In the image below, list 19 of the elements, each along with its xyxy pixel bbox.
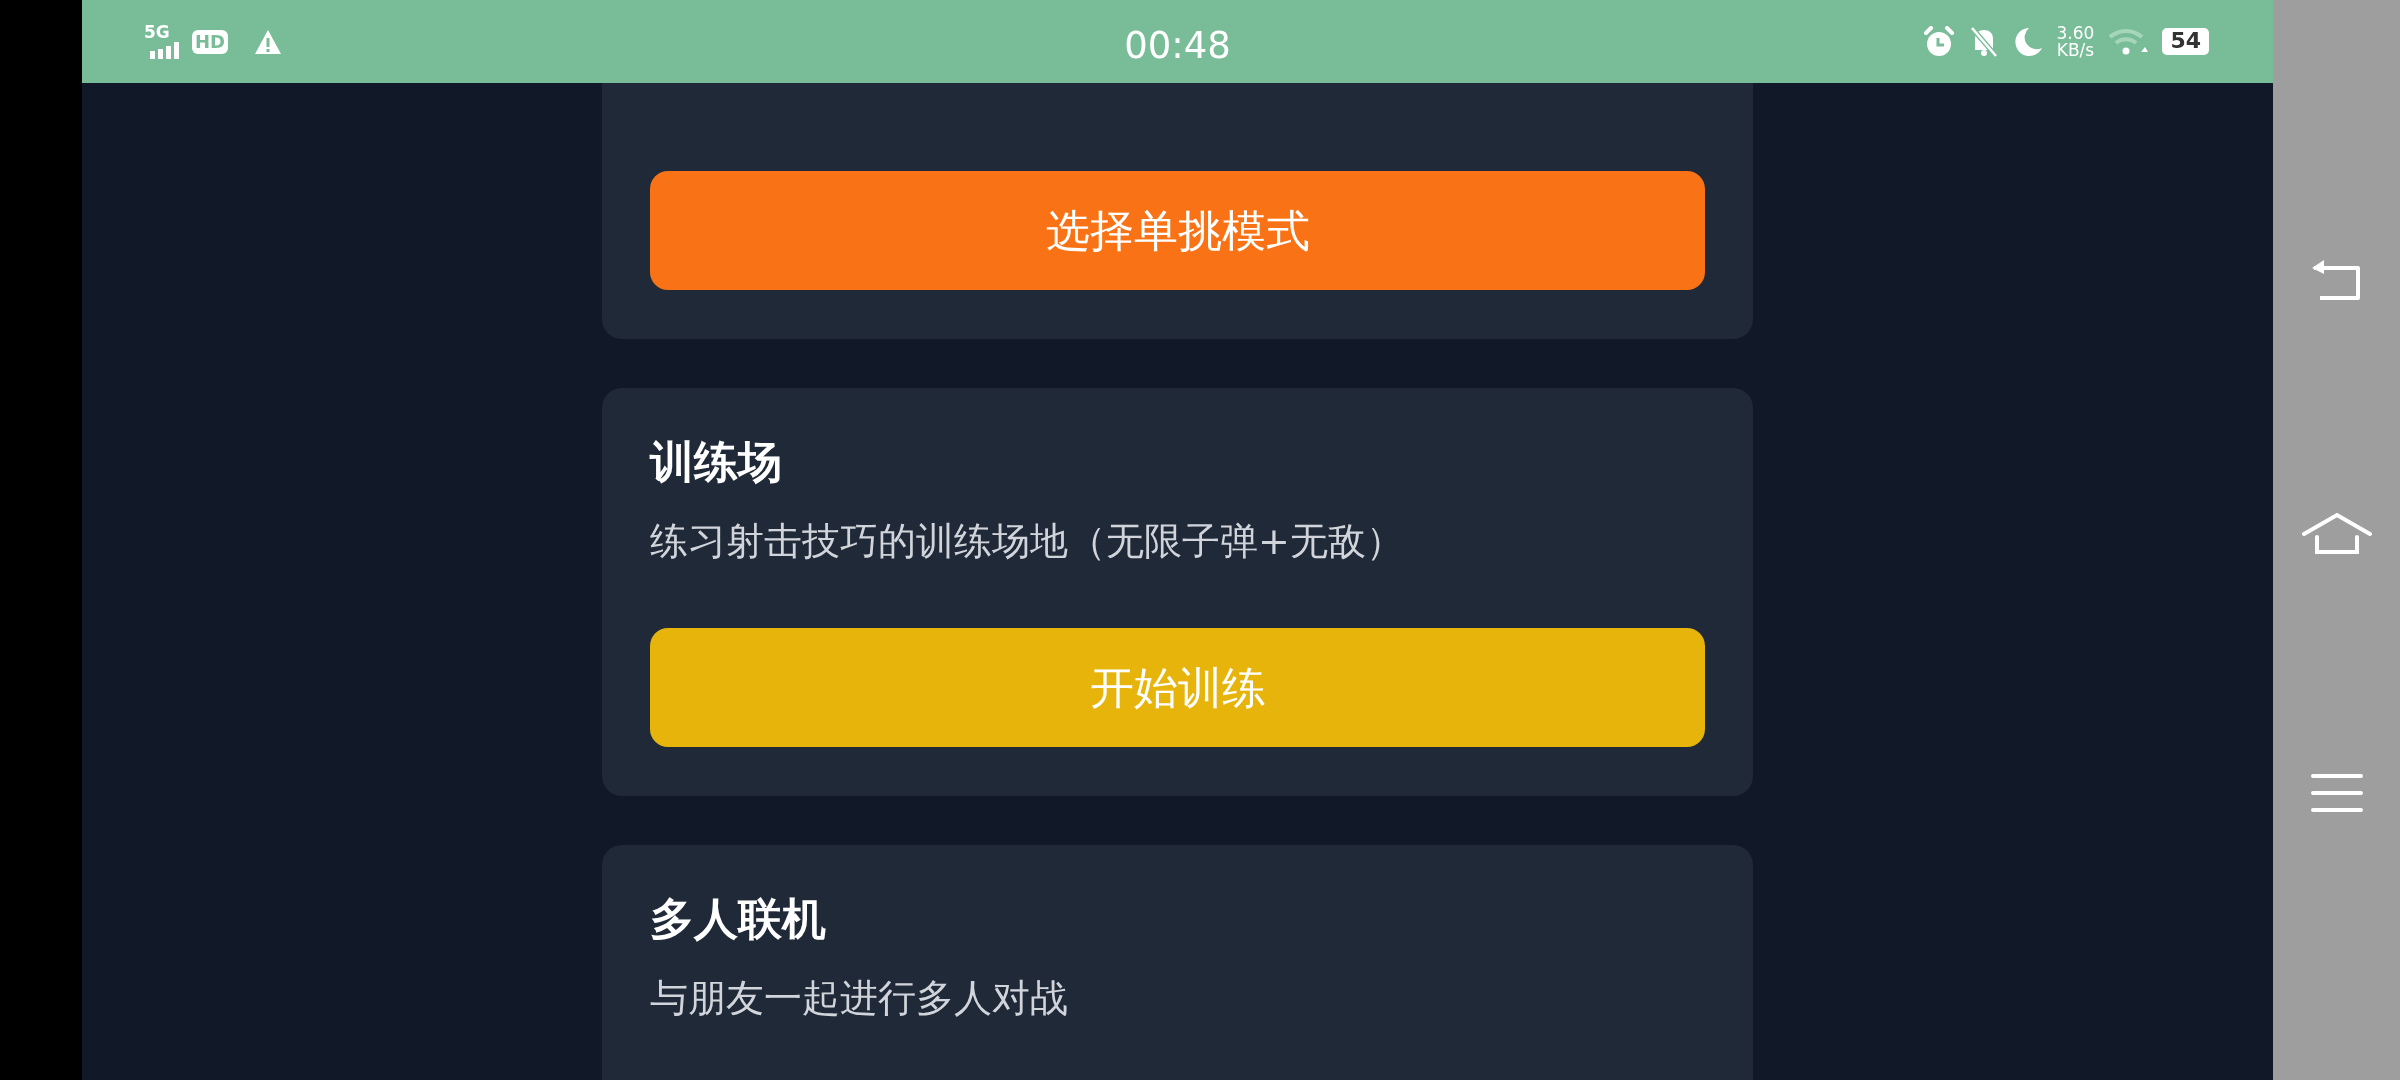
card-description: 练习射击技巧的训练场地（无限子弹+无敌） (650, 517, 1405, 565)
speed-unit: KB/s (2056, 41, 2095, 59)
network-label: 5G (144, 24, 171, 41)
action-button[interactable]: 开始训练 (650, 628, 1705, 748)
wifi-icon (2108, 27, 2149, 56)
hd-badge: HD (192, 29, 228, 54)
battery-level: 54 (2162, 28, 2209, 55)
moon-icon (2012, 25, 2043, 58)
clock-time: 00:48 (1124, 24, 1231, 67)
alarm-icon (1922, 25, 1955, 58)
muted-bell-icon (1968, 25, 1999, 58)
card-title: 训练场 (650, 436, 783, 489)
action-button[interactable]: 选择单挑模式 (650, 171, 1705, 290)
card-description: 与朋友一起进行多人对战 (650, 975, 1069, 1022)
speed-value: 3.60 (2056, 24, 2095, 42)
card-title: 多人联机 (650, 893, 827, 946)
home-icon[interactable] (2301, 512, 2372, 556)
menu-icon[interactable] (2310, 772, 2363, 814)
warning-icon (254, 28, 282, 55)
